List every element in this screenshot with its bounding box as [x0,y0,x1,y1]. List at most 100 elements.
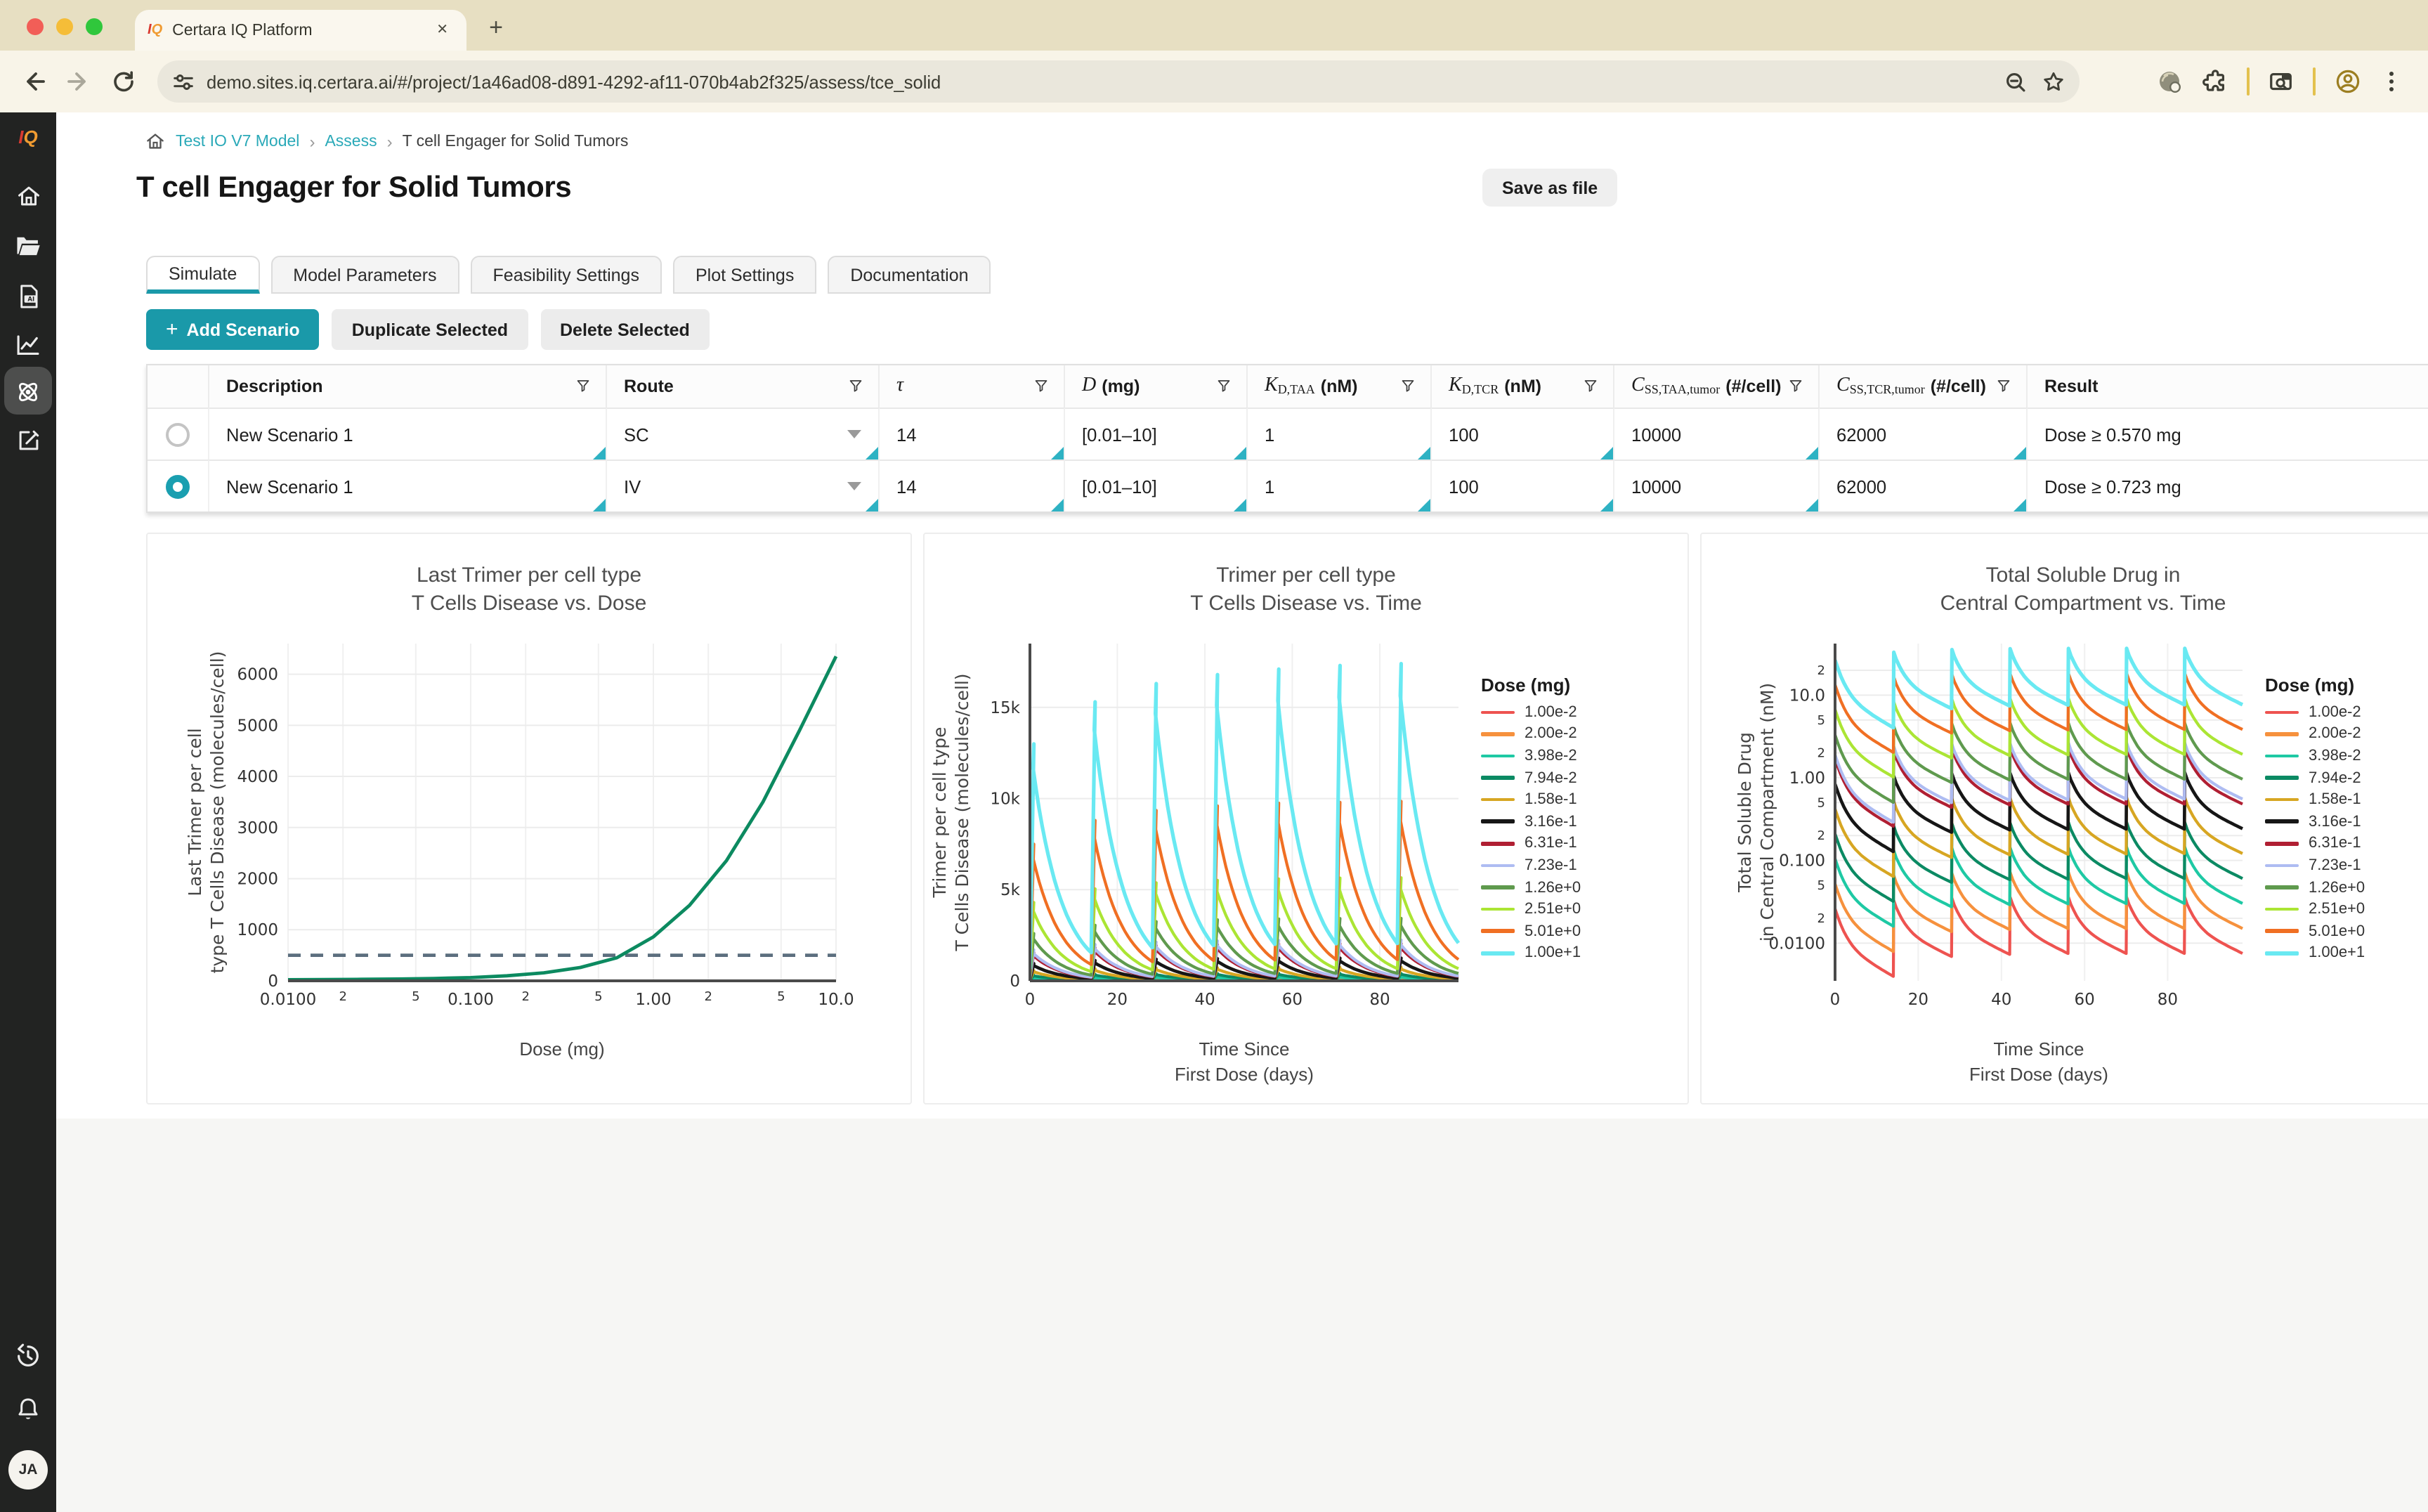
close-tab-icon[interactable] [431,20,454,41]
tab-simulate[interactable]: Simulate [146,256,259,294]
cell-css-taa[interactable]: 10000 [1614,408,1820,460]
sidebar-item-ai-documents[interactable]: AI [0,282,56,311]
cell-route-select[interactable]: SC [607,408,880,460]
extension-avatar-icon[interactable] [2157,68,2184,95]
legend-entry[interactable]: 2.00e-2 [2265,723,2365,745]
tab-documentation[interactable]: Documentation [828,256,991,294]
cell-select[interactable] [148,460,209,511]
new-tab-button[interactable] [478,10,514,46]
sidebar-item-compose[interactable] [0,427,56,454]
chart-canvas-wrap[interactable]: 0.0100250.100251.002510.0010002000300040… [148,632,910,1026]
sidebar-item-history[interactable] [0,1342,56,1370]
browser-menu-icon[interactable] [2380,69,2403,94]
site-settings-icon[interactable] [171,70,195,93]
tab-feasibility-settings[interactable]: Feasibility Settings [471,256,662,294]
cell-css-tcr[interactable]: 62000 [1820,460,2028,511]
legend-entry[interactable]: 1.58e-1 [1481,789,1581,811]
forward-button[interactable] [59,62,98,101]
cell-css-taa[interactable]: 10000 [1614,460,1820,511]
column-header-tau[interactable]: τ [880,365,1065,408]
sidebar-item-simulation[interactable] [0,378,56,406]
save-as-file-button[interactable]: Save as file [1482,169,1617,207]
sidebar-item-notifications[interactable] [0,1395,56,1423]
add-scenario-button[interactable]: Add Scenario [146,309,320,350]
cell-route-select[interactable]: IV [607,460,880,511]
legend-entry[interactable]: 6.31e-1 [2265,833,2365,854]
legend-entry[interactable]: 1.00e+1 [2265,942,2365,964]
cell-description[interactable]: New Scenario 1 [209,460,607,511]
column-header-css-taa[interactable]: CSS,TAA,tumor(#/cell) [1614,365,1820,408]
legend-entry[interactable]: 3.98e-2 [1481,745,1581,767]
sidebar-item-home[interactable] [0,183,56,209]
cell-css-tcr[interactable]: 62000 [1820,408,2028,460]
legend-entry[interactable]: 1.00e-2 [2265,701,2365,723]
zoom-out-icon[interactable] [2004,70,2028,93]
legend-entry[interactable]: 1.00e-2 [1481,701,1581,723]
url-text[interactable]: demo.sites.iq.certara.ai/#/project/1a46a… [207,71,1992,92]
profile-icon[interactable] [2334,67,2362,96]
filter-icon[interactable] [1995,378,2012,395]
column-header-description[interactable]: Description [209,365,607,408]
sidebar-item-analytics[interactable] [0,333,56,358]
cell-dose-range[interactable]: [0.01–10] [1065,408,1248,460]
legend-entry[interactable]: 2.00e-2 [1481,723,1581,745]
cell-kd-taa[interactable]: 1 [1248,408,1432,460]
breadcrumb-project-link[interactable]: Test IO V7 Model [176,133,299,150]
url-bar[interactable]: demo.sites.iq.certara.ai/#/project/1a46a… [157,60,2080,103]
legend-entry[interactable]: 1.58e-1 [2265,789,2365,811]
window-controls[interactable] [27,18,103,35]
scenario-radio-selected[interactable] [166,474,190,498]
scenario-radio-unselected[interactable] [166,422,190,446]
legend-entry[interactable]: 7.94e-2 [2265,767,2365,789]
legend-entry[interactable]: 1.26e+0 [2265,877,2365,899]
filter-icon[interactable] [1787,378,1804,395]
user-avatar[interactable]: JA [0,1450,56,1490]
tab-plot-settings[interactable]: Plot Settings [673,256,816,294]
close-window-button[interactable] [27,18,44,35]
column-header-kd-tcr[interactable]: KD,TCR(nM) [1432,365,1614,408]
column-header-css-tcr[interactable]: CSS,TCR,tumor(#/cell) [1820,365,2028,408]
legend-entry[interactable]: 7.23e-1 [1481,854,1581,876]
home-breadcrumb-icon[interactable] [145,131,166,152]
filter-icon[interactable] [1033,378,1050,395]
cell-kd-tcr[interactable]: 100 [1432,460,1614,511]
legend-entry[interactable]: 5.01e+0 [2265,920,2365,942]
legend-entry[interactable]: 7.94e-2 [1481,767,1581,789]
legend-entry[interactable]: 3.16e-1 [2265,811,2365,833]
legend-entry[interactable]: 2.51e+0 [1481,899,1581,920]
filter-icon[interactable] [1215,378,1232,395]
cell-select[interactable] [148,408,209,460]
cell-tau[interactable]: 14 [880,460,1065,511]
sidebar-item-projects[interactable] [0,233,56,259]
tab-model-parameters[interactable]: Model Parameters [270,256,459,294]
legend-entry[interactable]: 2.51e+0 [2265,899,2365,920]
duplicate-selected-button[interactable]: Duplicate Selected [332,309,528,350]
legend-entry[interactable]: 7.23e-1 [2265,854,2365,876]
browser-tab[interactable]: IQ Certara IQ Platform [135,10,466,51]
column-header-route[interactable]: Route [607,365,880,408]
delete-selected-button[interactable]: Delete Selected [540,309,710,350]
cell-kd-tcr[interactable]: 100 [1432,408,1614,460]
back-button[interactable] [14,62,53,101]
filter-icon[interactable] [1582,378,1599,395]
maximize-window-button[interactable] [86,18,103,35]
legend-entry[interactable]: 1.00e+1 [1481,942,1581,964]
column-header-dose[interactable]: D(mg) [1065,365,1248,408]
legend-entry[interactable]: 1.26e+0 [1481,877,1581,899]
filter-icon[interactable] [575,378,592,395]
cell-description[interactable]: New Scenario 1 [209,408,607,460]
chart-canvas-wrap[interactable]: 020406080210.0521.00520.100520.0100Total… [1702,632,2428,1026]
cell-kd-taa[interactable]: 1 [1248,460,1432,511]
extensions-puzzle-icon[interactable] [2202,68,2228,95]
reload-button[interactable] [104,62,143,101]
legend-entry[interactable]: 3.16e-1 [1481,811,1581,833]
filter-icon[interactable] [847,378,864,395]
minimize-window-button[interactable] [56,18,73,35]
legend-entry[interactable]: 3.98e-2 [2265,745,2365,767]
chart-canvas-wrap[interactable]: 02040608005k10k15kTrimer per cell typeT … [925,632,1688,1026]
tab-search-icon[interactable] [2268,68,2295,95]
legend-entry[interactable]: 5.01e+0 [1481,920,1581,942]
legend-entry[interactable]: 6.31e-1 [1481,833,1581,854]
bookmark-star-icon[interactable] [2042,70,2065,93]
cell-dose-range[interactable]: [0.01–10] [1065,460,1248,511]
